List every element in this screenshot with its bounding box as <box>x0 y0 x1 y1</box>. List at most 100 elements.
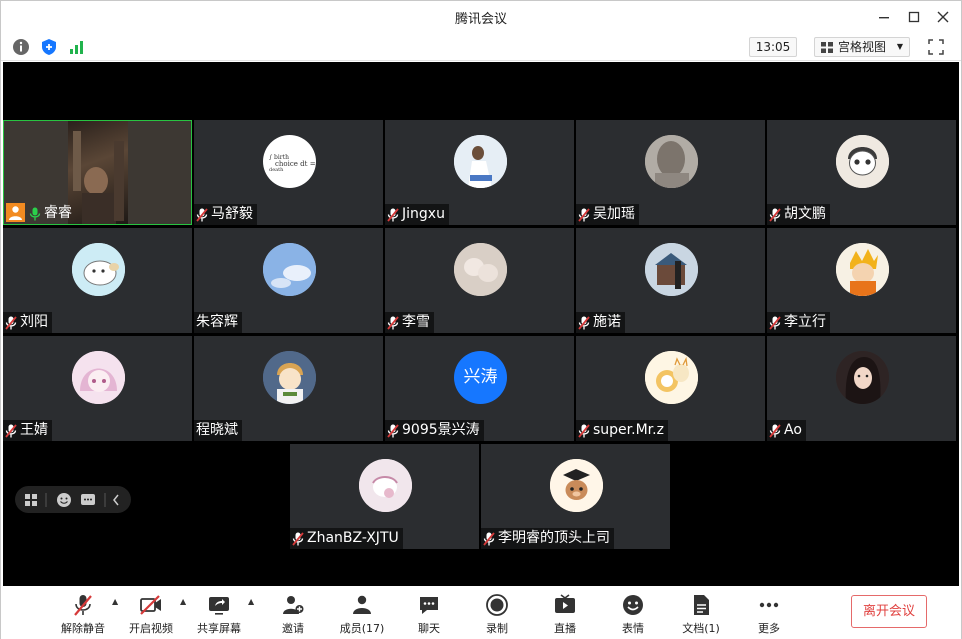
participant-nameplate: 睿睿 <box>27 203 76 224</box>
view-mode-label: 宫格视图 <box>838 40 887 54</box>
participant-avatar <box>836 351 889 404</box>
avatar-initials: 兴涛 <box>463 367 498 387</box>
participant-avatar <box>72 351 125 404</box>
participant-name: 马舒毅 <box>211 206 253 222</box>
microphone-muted-icon <box>578 315 590 330</box>
start-video-label: 开启视频 <box>129 622 173 635</box>
invite-button[interactable]: 邀请 <box>269 591 317 635</box>
maximize-icon[interactable] <box>904 7 924 27</box>
security-shield-icon[interactable] <box>40 38 58 56</box>
participant-avatar <box>645 135 698 188</box>
participant-nameplate: super.Mr.z <box>576 420 668 441</box>
microphone-muted-icon <box>387 423 399 438</box>
meeting-clock: 13:05 <box>749 37 797 57</box>
participant-nameplate: 李雪 <box>385 312 434 333</box>
info-icon[interactable] <box>12 38 30 56</box>
participant-tile[interactable]: 吴加瑶 <box>576 120 765 225</box>
live-button[interactable]: 直播 <box>541 591 589 635</box>
participant-avatar <box>359 459 412 512</box>
participant-avatar <box>836 243 889 296</box>
participant-tile[interactable]: 胡文鹏 <box>767 120 956 225</box>
unmute-button[interactable]: 解除静音 <box>59 591 107 635</box>
share-screen-button[interactable]: 共享屏幕 <box>195 591 243 635</box>
participant-name: Jingxu <box>402 206 445 222</box>
participant-tile[interactable]: 李明睿的顶头上司 <box>481 444 670 549</box>
participant-name: super.Mr.z <box>593 422 664 438</box>
participant-nameplate: 王婧 <box>3 420 52 441</box>
participant-name: 李立行 <box>784 314 826 330</box>
leave-meeting-button[interactable]: 离开会议 <box>851 595 927 628</box>
participant-tile[interactable]: 王婧 <box>3 336 192 441</box>
participant-name: 朱容辉 <box>196 314 238 330</box>
participant-tile[interactable]: 睿睿 <box>3 120 192 225</box>
participant-tile[interactable]: 施诺 <box>576 228 765 333</box>
participant-nameplate: 程晓斌 <box>194 420 242 441</box>
participant-tile[interactable]: 李雪 <box>385 228 574 333</box>
more-label: 更多 <box>758 622 780 635</box>
participant-tile[interactable]: super.Mr.z <box>576 336 765 441</box>
participant-nameplate: 施诺 <box>576 312 625 333</box>
close-icon[interactable] <box>933 7 953 27</box>
members-button[interactable]: 成员(17) <box>335 591 389 635</box>
microphone-muted-icon <box>769 207 781 222</box>
members-icon <box>353 595 371 614</box>
participant-tile[interactable]: 兴涛 9095景兴涛 <box>385 336 574 441</box>
participant-name: 胡文鹏 <box>784 206 826 222</box>
floating-view-bar <box>15 486 131 513</box>
share-options-caret-icon[interactable]: ▲ <box>248 597 258 607</box>
participant-tile[interactable]: 朱容辉 <box>194 228 383 333</box>
participant-tile[interactable]: ZhanBZ-XJTU <box>290 444 479 549</box>
reactions-button[interactable]: 表情 <box>609 591 657 635</box>
view-mode-dropdown[interactable]: 宫格视图 ▼ <box>814 37 910 57</box>
minimize-icon[interactable] <box>874 7 894 27</box>
documents-label: 文档(1) <box>682 622 720 635</box>
signal-strength-icon[interactable] <box>68 38 86 56</box>
window-title: 腾讯会议 <box>454 12 507 27</box>
participant-name: 刘阳 <box>20 314 48 330</box>
participant-nameplate: 李立行 <box>767 312 830 333</box>
participant-name: 施诺 <box>593 314 621 330</box>
participant-avatar: ∫ birthchoice dt = lifedeath <box>263 135 316 188</box>
reactions-label: 表情 <box>622 622 644 635</box>
audio-options-caret-icon[interactable]: ▲ <box>112 597 122 607</box>
participant-tile[interactable]: 刘阳 <box>3 228 192 333</box>
participant-nameplate: 胡文鹏 <box>767 204 830 225</box>
host-badge-icon <box>6 203 25 222</box>
microphone-active-icon <box>29 207 41 220</box>
microphone-muted-icon <box>5 423 17 438</box>
microphone-muted-icon <box>387 207 399 222</box>
participant-avatar <box>836 135 889 188</box>
participant-name: 睿睿 <box>44 205 72 221</box>
video-options-caret-icon[interactable]: ▲ <box>180 597 190 607</box>
meeting-window: 腾讯会议 13:05 宫格视图 ▼ 睿睿 ∫ birth choice dt =… <box>0 0 962 639</box>
invite-label: 邀请 <box>282 622 304 635</box>
participant-tile[interactable]: 李立行 <box>767 228 956 333</box>
participant-name: ZhanBZ-XJTU <box>307 530 399 546</box>
documents-button[interactable]: 文档(1) <box>677 591 725 635</box>
live-label: 直播 <box>554 622 576 635</box>
chat-button[interactable]: 聊天 <box>405 591 453 635</box>
camera-off-icon <box>140 595 161 615</box>
participant-tile[interactable]: 程晓斌 <box>194 336 383 441</box>
share-screen-label: 共享屏幕 <box>197 622 241 635</box>
record-button[interactable]: 录制 <box>473 591 521 635</box>
microphone-muted-icon <box>769 423 781 438</box>
participant-avatar <box>263 243 316 296</box>
start-video-button[interactable]: 开启视频 <box>127 591 175 635</box>
participant-tile[interactable]: ∫ birthchoice dt = lifedeath 马舒毅 <box>194 120 383 225</box>
microphone-muted-icon <box>74 595 92 616</box>
more-button[interactable]: 更多 <box>745 591 793 635</box>
participant-tile[interactable]: Ao <box>767 336 956 441</box>
participant-avatar <box>454 243 507 296</box>
participant-tile[interactable]: Jingxu <box>385 120 574 225</box>
fullscreen-icon[interactable] <box>927 38 945 56</box>
emoji-icon <box>623 595 643 615</box>
record-icon <box>486 594 508 616</box>
participant-nameplate: ZhanBZ-XJTU <box>290 528 403 549</box>
participant-nameplate: 李明睿的顶头上司 <box>481 528 614 549</box>
participant-name: 王婧 <box>20 422 48 438</box>
svg-text:death: death <box>269 167 284 173</box>
record-label: 录制 <box>486 622 508 635</box>
chat-label: 聊天 <box>418 622 440 635</box>
participant-avatar <box>550 459 603 512</box>
